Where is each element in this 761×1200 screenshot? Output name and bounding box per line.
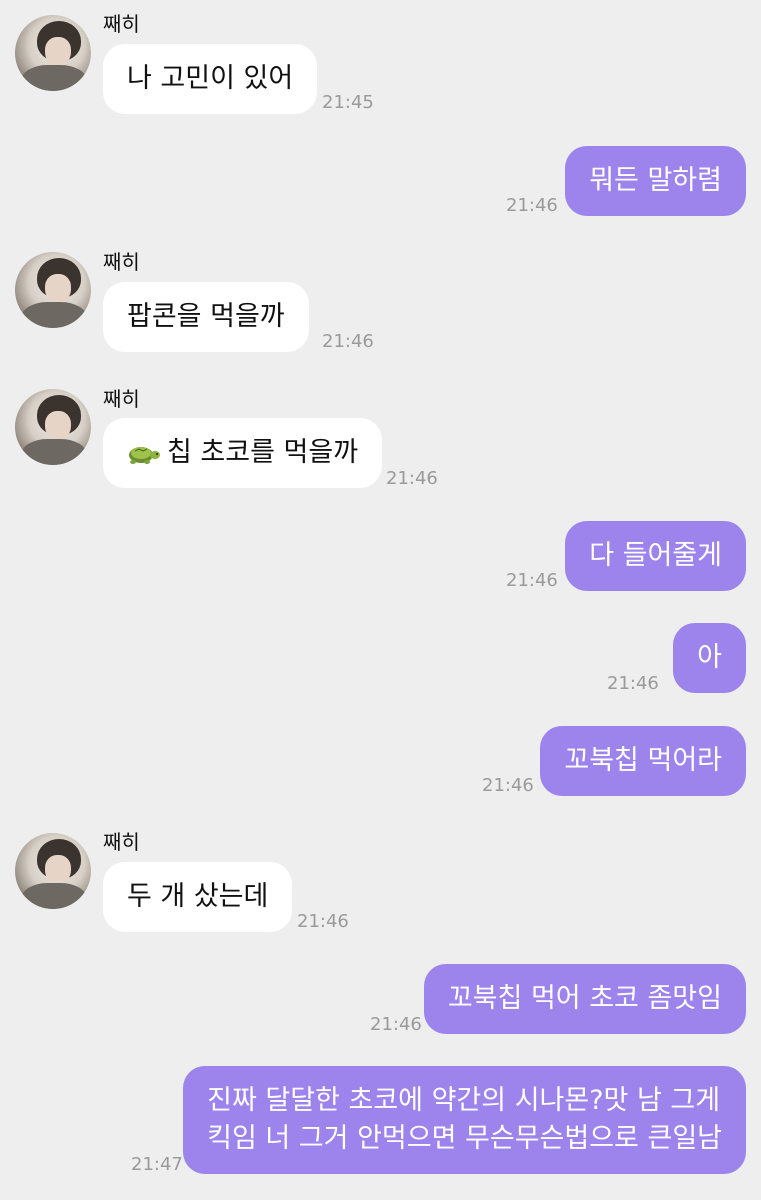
- message-time: 21:46: [607, 673, 659, 694]
- sender-name: 째히: [103, 387, 140, 411]
- message-time: 21:46: [386, 468, 438, 489]
- outgoing-message-bubble[interactable]: 꼬북칩 먹어라: [540, 726, 746, 796]
- avatar[interactable]: [15, 252, 91, 328]
- message-time: 21:46: [506, 570, 558, 591]
- incoming-message-bubble[interactable]: 칩 초코를 먹을까: [103, 418, 383, 488]
- message-text: 나 고민이 있어: [127, 63, 294, 94]
- message-text: 다 들어줄게: [589, 540, 722, 571]
- outgoing-message-bubble[interactable]: 뭐든 말하렴: [565, 146, 746, 216]
- outgoing-message-bubble[interactable]: 아: [673, 623, 746, 693]
- message-time: 21:46: [322, 331, 374, 352]
- avatar[interactable]: [15, 389, 91, 465]
- incoming-message-bubble[interactable]: 두 개 샀는데: [103, 862, 293, 932]
- message-text: 뭐든 말하렴: [589, 165, 722, 196]
- avatar[interactable]: [15, 833, 91, 909]
- message-text: 두 개 샀는데: [127, 881, 269, 912]
- avatar[interactable]: [15, 15, 91, 91]
- sender-name: 째히: [103, 12, 140, 36]
- message-text: 꼬북칩 먹어라: [564, 745, 722, 776]
- message-time: 21:46: [370, 1014, 422, 1035]
- message-text: 아: [697, 642, 722, 673]
- message-text: 팝콘을 먹을까: [127, 301, 285, 332]
- outgoing-message-bubble[interactable]: 다 들어줄게: [565, 521, 746, 591]
- outgoing-message-bubble[interactable]: 꼬북칩 먹어 초코 좀맛임: [423, 964, 746, 1034]
- outgoing-message-bubble[interactable]: 진짜 달달한 초코에 약간의 시나몬?맛 남 그게 킥임 너 그거 안먹으면 무…: [183, 1066, 746, 1174]
- message-time: 21:47: [131, 1154, 183, 1175]
- sender-name: 째히: [103, 830, 140, 854]
- message-time: 21:46: [506, 195, 558, 216]
- message-text: 꼬북칩 먹어 초코 좀맛임: [447, 983, 722, 1014]
- incoming-message-bubble[interactable]: 팝콘을 먹을까: [103, 282, 309, 352]
- message-text: 칩 초코를 먹을까: [167, 437, 359, 468]
- message-text-line: 진짜 달달한 초코에 약간의 시나몬?맛 남 그게: [207, 1085, 721, 1116]
- message-time: 21:46: [297, 911, 349, 932]
- message-text-line: 킥임 너 그거 안먹으면 무슨무슨법으로 큰일남: [207, 1123, 722, 1154]
- message-time: 21:46: [482, 775, 534, 796]
- message-time: 21:45: [322, 92, 374, 113]
- incoming-message-bubble[interactable]: 나 고민이 있어: [103, 44, 318, 114]
- sender-name: 째히: [103, 250, 140, 274]
- turtle-icon: [127, 439, 163, 467]
